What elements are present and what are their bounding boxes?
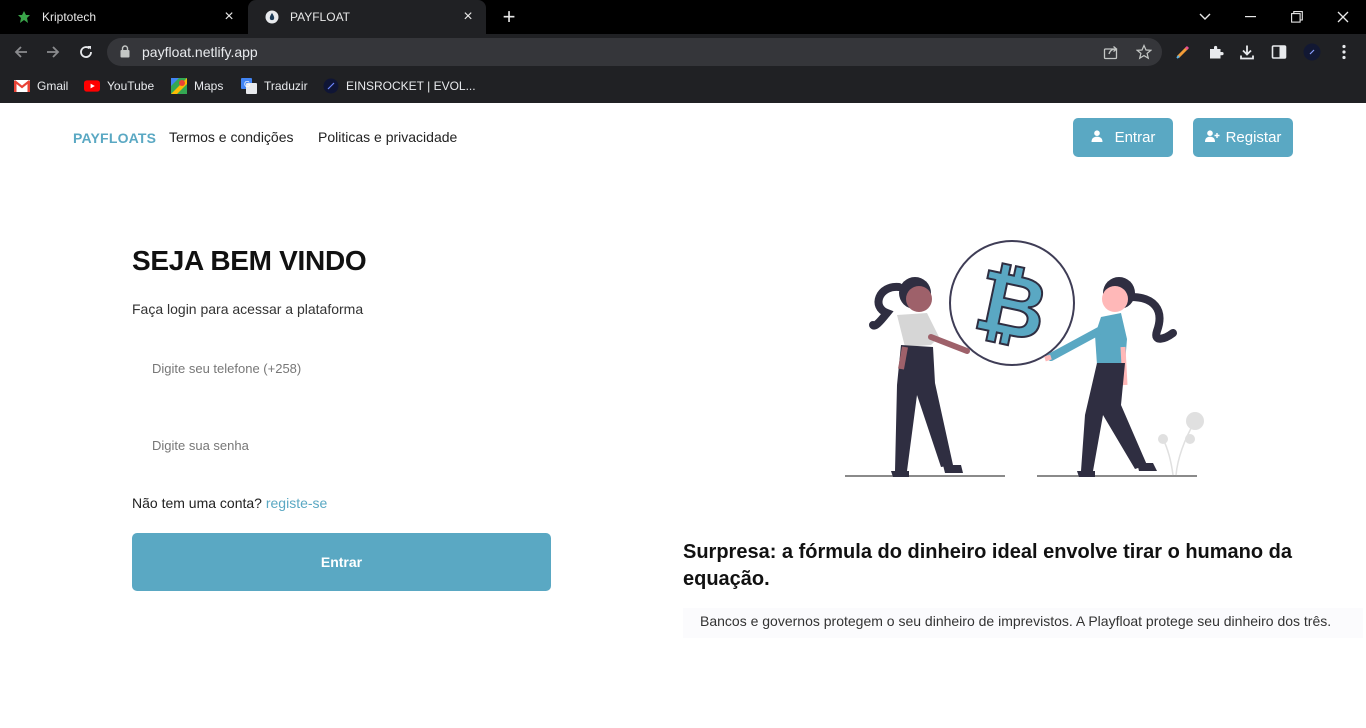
download-icon[interactable] — [1238, 43, 1256, 61]
drop-icon — [264, 9, 280, 25]
extensions-puzzle-icon[interactable] — [1207, 43, 1225, 61]
bookmark-label: Traduzir — [264, 79, 308, 93]
tab-kriptotech[interactable]: Kriptotech × — [0, 0, 247, 34]
pencil-extension-icon[interactable] — [1174, 43, 1192, 61]
brand-logo-link[interactable]: PAYFLOATS — [73, 130, 156, 146]
promo-headline: Surpresa: a fórmula do dinheiro ideal en… — [683, 541, 1293, 590]
no-account-prompt: Não tem uma conta? registe-se — [132, 495, 327, 511]
password-input[interactable] — [132, 425, 550, 465]
new-tab-plus-icon[interactable]: + — [498, 6, 520, 28]
login-subtitle: Faça login para acessar a plataforma — [132, 301, 364, 317]
bookmark-label: Maps — [194, 79, 224, 93]
bookmark-einsrocket[interactable]: EINSROCKET | EVOL... — [323, 77, 476, 95]
nav-login-label: Entrar — [1114, 129, 1156, 146]
forward-arrow-icon[interactable] — [41, 40, 65, 64]
reload-icon[interactable] — [74, 40, 98, 64]
no-account-text: Não tem uma conta? — [132, 495, 262, 511]
svg-text:G: G — [244, 80, 250, 89]
bookmark-label: YouTube — [107, 79, 155, 93]
gmail-icon — [14, 78, 30, 94]
leaf-icon — [16, 9, 32, 25]
bookmark-youtube[interactable]: YouTube — [84, 77, 154, 95]
bookmark-traduzir[interactable]: G Traduzir — [241, 77, 308, 95]
back-arrow-icon[interactable] — [9, 40, 33, 64]
tab-payfloat[interactable]: PAYFLOAT × — [248, 0, 486, 34]
close-tab-icon[interactable]: × — [460, 9, 476, 25]
bookmarks-bar: Gmail YouTube Maps G Traduzir EINSROCKET… — [0, 70, 1366, 103]
phone-input[interactable] — [132, 348, 550, 388]
share-icon[interactable] — [1103, 44, 1119, 60]
bitcoin-illustration: ₿ — [835, 235, 1215, 485]
bookmark-star-icon[interactable] — [1135, 44, 1153, 60]
restore-icon[interactable] — [1274, 0, 1320, 34]
bookmark-label: Gmail — [37, 79, 69, 93]
nav-link-privacy[interactable]: Politicas e privacidade — [318, 129, 457, 145]
side-panel-icon[interactable] — [1270, 43, 1288, 61]
tab-title: PAYFLOAT — [290, 10, 351, 24]
nav-register-label: Registar — [1225, 129, 1282, 146]
bookmark-maps[interactable]: Maps — [171, 77, 223, 95]
translate-icon: G — [241, 78, 257, 94]
maps-icon — [171, 78, 187, 94]
url-text: payfloat.netlify.app — [142, 44, 258, 60]
youtube-icon — [84, 78, 100, 94]
bookmark-label: EINSROCKET | EVOL... — [346, 79, 476, 93]
login-submit-button[interactable]: Entrar — [132, 533, 551, 591]
bookmark-gmail[interactable]: Gmail — [14, 77, 68, 95]
nav-register-button[interactable]: Registar — [1193, 118, 1293, 157]
tab-title: Kriptotech — [42, 10, 97, 24]
lock-icon — [120, 45, 130, 63]
user-plus-icon — [1204, 129, 1220, 146]
close-tab-icon[interactable]: × — [221, 9, 237, 25]
browser-tab-strip: Kriptotech × PAYFLOAT × + — [0, 0, 1366, 34]
welcome-title: SEJA BEM VINDO — [132, 245, 367, 276]
nav-login-button[interactable]: Entrar — [1073, 118, 1173, 157]
promo-description: Bancos e governos protegem o seu dinheir… — [683, 608, 1363, 638]
more-menu-icon[interactable] — [1335, 43, 1353, 61]
register-link[interactable]: registe-se — [266, 495, 327, 511]
minimize-icon[interactable] — [1228, 0, 1274, 34]
page-content: PAYFLOATS Termos e condições Politicas e… — [0, 103, 1366, 728]
browser-toolbar: payfloat.netlify.app — [0, 34, 1366, 70]
tab-search-chevron-icon[interactable] — [1182, 0, 1228, 34]
profile-avatar-icon[interactable] — [1303, 43, 1321, 61]
close-window-icon[interactable] — [1320, 0, 1366, 34]
rocket-icon — [323, 78, 339, 94]
nav-link-terms[interactable]: Termos e condições — [169, 129, 294, 145]
user-icon — [1091, 129, 1103, 146]
address-bar[interactable]: payfloat.netlify.app — [107, 38, 1162, 66]
